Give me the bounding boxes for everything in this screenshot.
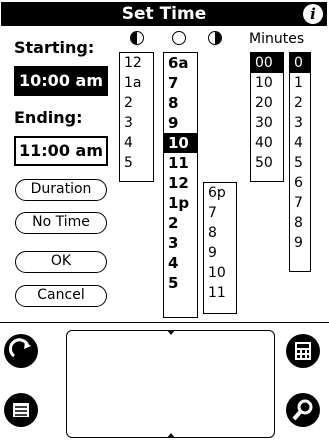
hour-item[interactable]: 8 bbox=[204, 223, 236, 243]
dialog-title: Set Time bbox=[121, 4, 207, 24]
hour-item[interactable]: 2 bbox=[120, 93, 153, 113]
hour-item[interactable]: 1p bbox=[164, 193, 197, 213]
minute-ones-item[interactable]: 1 bbox=[290, 73, 310, 93]
hour-list-evening: 6p 7 8 9 10 11 bbox=[203, 182, 237, 314]
minute-ones-item[interactable]: 2 bbox=[290, 93, 310, 113]
hour-item[interactable]: 8 bbox=[164, 93, 197, 113]
hour-item[interactable]: 12 bbox=[120, 53, 153, 73]
minutes-ones-list: 0123456789 bbox=[289, 52, 311, 272]
hour-item[interactable]: 5 bbox=[120, 153, 153, 173]
minute-tens-item[interactable]: 10 bbox=[251, 73, 283, 93]
hour-item[interactable]: 10 bbox=[164, 133, 197, 153]
minute-ones-item[interactable]: 3 bbox=[290, 113, 310, 133]
minute-ones-item[interactable]: 0 bbox=[290, 53, 310, 73]
ok-button[interactable]: OK bbox=[15, 251, 107, 273]
hour-item[interactable]: 9 bbox=[164, 113, 197, 133]
hour-item[interactable]: 9 bbox=[204, 243, 236, 263]
duration-button[interactable]: Duration bbox=[15, 179, 107, 201]
find-icon[interactable] bbox=[286, 393, 320, 427]
hour-list-early: 12 1a 2 3 4 5 bbox=[119, 52, 154, 182]
minutes-tens-list: 00 10 20 30 40 50 bbox=[250, 52, 284, 182]
minute-tens-item[interactable]: 50 bbox=[251, 153, 283, 173]
set-time-dialog: Set Time i Starting: 10:00 am Ending: 11… bbox=[0, 0, 329, 445]
hour-item[interactable]: 4 bbox=[164, 253, 197, 273]
hour-item[interactable]: 11 bbox=[164, 153, 197, 173]
menu-icon[interactable] bbox=[4, 393, 38, 427]
minute-tens-item[interactable]: 20 bbox=[251, 93, 283, 113]
minute-ones-item[interactable]: 5 bbox=[290, 153, 310, 173]
hour-item[interactable]: 6p bbox=[204, 183, 236, 203]
half-moon-left-icon bbox=[130, 31, 144, 45]
hour-list-day: 6a 7 8 9 10 11 12 1p 2 3 4 5 bbox=[163, 52, 198, 318]
cancel-button[interactable]: Cancel bbox=[15, 285, 107, 307]
hour-item[interactable]: 10 bbox=[204, 263, 236, 283]
minute-tens-item[interactable]: 00 bbox=[251, 53, 283, 73]
dialog-title-bar: Set Time i bbox=[1, 2, 327, 26]
home-icon[interactable] bbox=[4, 334, 38, 368]
graffiti-bottom-marker bbox=[167, 433, 175, 438]
minute-ones-item[interactable]: 8 bbox=[290, 213, 310, 233]
half-moon-right-icon bbox=[208, 31, 222, 45]
hour-item[interactable]: 3 bbox=[164, 233, 197, 253]
hour-item[interactable]: 5 bbox=[164, 273, 197, 293]
hour-item[interactable]: 6a bbox=[164, 53, 197, 73]
hour-item[interactable]: 11 bbox=[204, 283, 236, 303]
hour-item[interactable]: 4 bbox=[120, 133, 153, 153]
ending-label: Ending: bbox=[14, 108, 83, 127]
hour-item[interactable]: 1a bbox=[120, 73, 153, 93]
minute-tens-item[interactable]: 40 bbox=[251, 133, 283, 153]
no-time-button[interactable]: No Time bbox=[15, 212, 107, 234]
graffiti-top-marker bbox=[167, 330, 175, 335]
minute-ones-item[interactable]: 4 bbox=[290, 133, 310, 153]
minutes-label: Minutes bbox=[249, 31, 305, 47]
graffiti-divider bbox=[0, 322, 329, 323]
graffiti-area[interactable] bbox=[66, 330, 275, 438]
hour-item[interactable]: 2 bbox=[164, 213, 197, 233]
hour-item[interactable]: 12 bbox=[164, 173, 197, 193]
starting-label: Starting: bbox=[14, 38, 95, 57]
start-time-field[interactable]: 10:00 am bbox=[14, 66, 108, 96]
minute-tens-item[interactable]: 30 bbox=[251, 113, 283, 133]
hour-item[interactable]: 3 bbox=[120, 113, 153, 133]
end-time-field[interactable]: 11:00 am bbox=[14, 136, 108, 166]
minute-ones-item[interactable]: 7 bbox=[290, 193, 310, 213]
hour-item[interactable]: 7 bbox=[164, 73, 197, 93]
minute-ones-item[interactable]: 9 bbox=[290, 233, 310, 253]
hour-item[interactable]: 7 bbox=[204, 203, 236, 223]
minute-ones-item[interactable]: 6 bbox=[290, 173, 310, 193]
calculator-icon[interactable] bbox=[286, 334, 320, 368]
empty-circle-icon bbox=[172, 31, 186, 45]
info-icon[interactable]: i bbox=[303, 4, 323, 24]
